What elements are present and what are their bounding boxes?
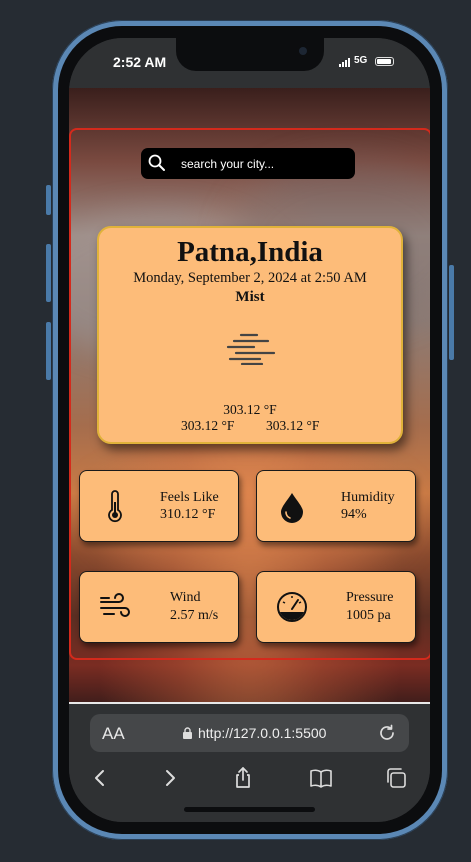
humidity-card: Humidity 94% [256,470,416,542]
signal-icon [339,58,350,67]
humidity-value: 94% [341,507,367,522]
date-time: Monday, September 2, 2024 at 2:50 AM [133,270,367,286]
temperature: 303.12 °F [223,402,277,417]
volume-up-button [46,244,51,302]
text-size-button[interactable]: AA [102,724,125,744]
power-button [449,265,454,360]
dynamic-island [176,38,324,71]
phone-screen: 2:52 AM 5G Patna,India Monday [69,38,430,822]
pressure-label: Pressure [346,590,394,605]
volume-down-button [46,322,51,380]
feels-like-value: 310.12 °F [160,507,216,522]
silent-switch [46,185,51,215]
mist-icon [226,333,276,365]
wind-label: Wind [170,590,201,605]
address-bar[interactable]: AA http://127.0.0.1:5500 [90,714,409,752]
gauge-icon [277,592,307,622]
network-type: 5G [354,55,368,66]
feels-like-label: Feels Like [160,490,219,505]
weather-card: Patna,India Monday, September 2, 2024 at… [97,226,403,444]
wind-value: 2.57 m/s [170,608,219,623]
pressure-value: 1005 pa [346,608,391,623]
pressure-card: Pressure 1005 pa [256,571,416,643]
wind-card: Wind 2.57 m/s [79,571,239,643]
status-time: 2:52 AM [113,54,167,70]
wind-icon [100,593,130,617]
url-text[interactable]: http://127.0.0.1:5500 [198,725,326,741]
web-viewport[interactable]: Patna,India Monday, September 2, 2024 at… [69,88,430,702]
humidity-label: Humidity [341,490,395,505]
forward-icon[interactable] [158,766,182,790]
reload-icon[interactable] [377,723,397,743]
front-camera [299,47,307,55]
search-input[interactable] [181,148,351,179]
search-icon[interactable] [148,154,166,172]
tabs-icon[interactable] [385,766,409,790]
search-bar[interactable] [141,148,355,179]
feels-like-card: Feels Like 310.12 °F [79,470,239,542]
city-name: Patna,India [177,236,323,268]
temperature-max: 303.12 °F [266,418,320,433]
thermometer-icon [108,490,122,523]
temperature-min: 303.12 °F [181,418,235,433]
lock-icon [183,727,192,739]
battery-icon [375,57,394,66]
bookmarks-icon[interactable] [309,766,333,790]
status-bar: 2:52 AM 5G [69,38,430,88]
home-indicator[interactable] [184,807,315,812]
weather-condition: Mist [235,289,265,305]
browser-toolbar: AA http://127.0.0.1:5500 [69,702,430,822]
droplet-icon [281,493,303,523]
battery-level [377,59,391,64]
toolbar-divider [69,702,430,704]
share-icon[interactable] [231,766,255,790]
back-icon[interactable] [88,766,112,790]
